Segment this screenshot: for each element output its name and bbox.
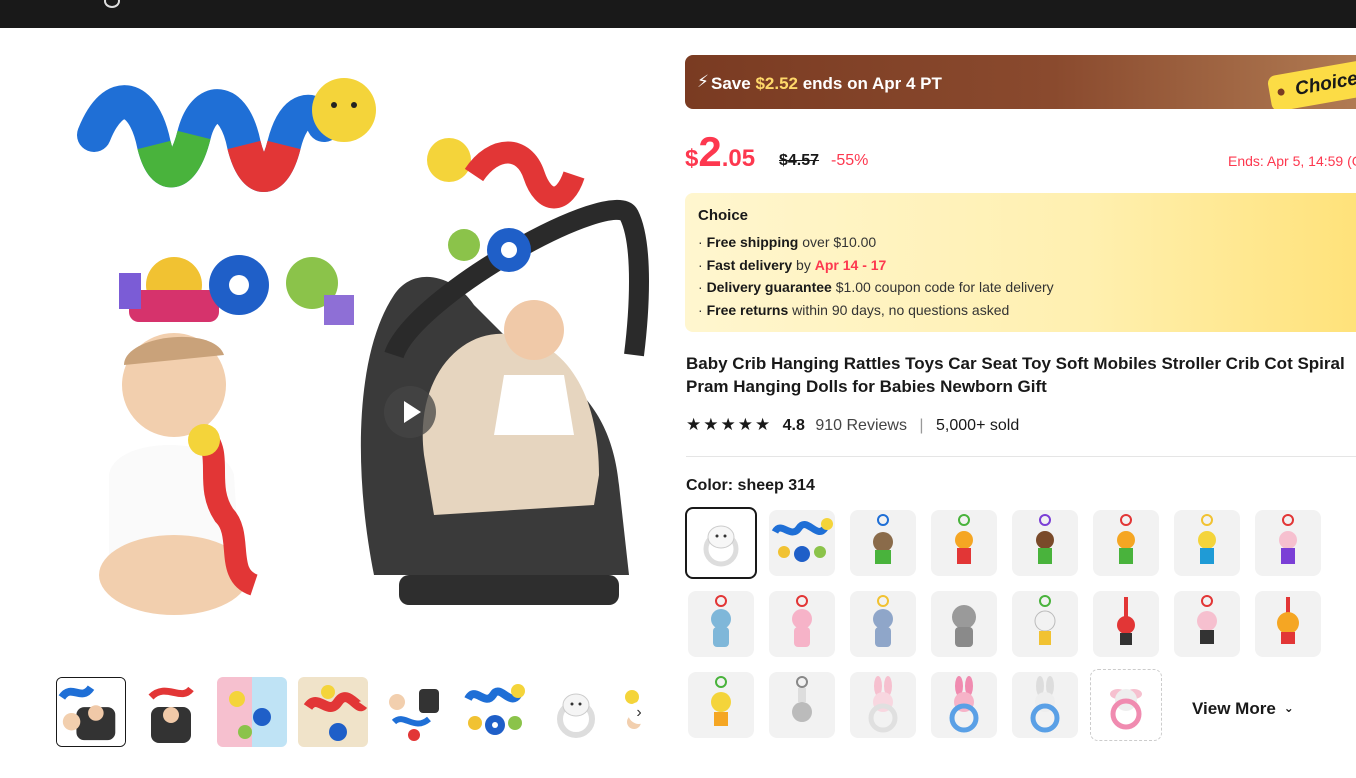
sku-option-7[interactable] (1174, 510, 1240, 576)
current-price: $2.05 (685, 128, 756, 175)
sku-option-19[interactable] (850, 672, 916, 738)
sku-option-8[interactable] (1255, 510, 1321, 576)
rating-row: ★★★★★ 4.8 910 Reviews | 5,000+ sold (686, 415, 1019, 437)
sku-option-12[interactable] (931, 591, 997, 657)
sku-option-20[interactable] (931, 672, 997, 738)
original-price: $4.57 (779, 152, 820, 169)
thumbnail-5[interactable] (379, 677, 449, 747)
spiral-toy-image (77, 78, 376, 325)
main-product-image[interactable] (54, 55, 658, 659)
sku-option-3[interactable] (850, 510, 916, 576)
choice-tag: Choice (1266, 57, 1356, 109)
sku-option-16[interactable] (1255, 591, 1321, 657)
product-title: Baby Crib Hanging Rattles Toys Car Seat … (686, 354, 1345, 396)
divider (686, 456, 1356, 457)
thumbnail-strip (56, 677, 656, 749)
thumbnail-next-button[interactable]: › (628, 702, 650, 724)
benefit-delivery-guarantee: · Delivery guarantee $1.00 coupon code f… (698, 279, 1054, 295)
play-video-button[interactable] (384, 386, 436, 438)
thumbnail-4[interactable] (298, 677, 368, 747)
rating-score: 4.8 (782, 417, 805, 434)
benefit-free-returns: · Free returns within 90 days, no questi… (698, 302, 1010, 318)
reviews-link[interactable]: 910 Reviews (815, 417, 907, 434)
sku-option-4[interactable] (931, 510, 997, 576)
color-label: Color: sheep 314 (686, 477, 815, 494)
thumbnail-6[interactable] (460, 677, 530, 747)
sku-option-5[interactable] (1012, 510, 1078, 576)
thumbnail-2[interactable] (136, 677, 206, 747)
view-more-button[interactable]: View More ⌄ (1192, 699, 1294, 719)
sku-option-10[interactable] (769, 591, 835, 657)
star-rating-icon: ★★★★★ (686, 415, 773, 434)
benefit-fast-delivery: · Fast delivery by Apr 14 - 17 (698, 257, 887, 273)
sku-option-6[interactable] (1093, 510, 1159, 576)
sku-option-15[interactable] (1174, 591, 1240, 657)
sku-option-2[interactable] (769, 510, 835, 576)
sku-option-18[interactable] (769, 672, 835, 738)
sku-option-14[interactable] (1093, 591, 1159, 657)
save-amount: $2.52 (755, 74, 798, 93)
sku-option-17[interactable] (688, 672, 754, 738)
search-icon[interactable] (104, 0, 120, 8)
sold-count: 5,000+ sold (936, 417, 1020, 434)
discount-percent: -55% (831, 152, 869, 169)
thumbnail-1[interactable] (56, 677, 126, 747)
thumbnail-3[interactable] (217, 677, 287, 747)
sku-option-13[interactable] (1012, 591, 1078, 657)
sale-ends-time: Ends: Apr 5, 14:59 (G (1228, 153, 1356, 169)
car-seat-image (360, 138, 649, 605)
sku-option-9[interactable] (688, 591, 754, 657)
sku-option-22[interactable] (1090, 669, 1162, 741)
save-banner-text: Save $2.52 ends on Apr 4 PT (711, 74, 942, 93)
chevron-down-icon: ⌄ (1283, 701, 1294, 715)
save-banner: ⚡ Save $2.52 ends on Apr 4 PT Choice (685, 55, 1356, 109)
choice-title: Choice (698, 207, 749, 224)
sku-option-sheep-314[interactable] (685, 507, 757, 579)
choice-benefits-box[interactable]: Choice · Free shipping over $10.00 · Fas… (685, 193, 1356, 332)
top-navigation-bar (0, 0, 1356, 28)
sku-option-21[interactable] (1012, 672, 1078, 738)
sku-option-11[interactable] (850, 591, 916, 657)
lightning-icon: ⚡ (697, 72, 709, 91)
baby-image (99, 333, 259, 615)
benefit-free-shipping: · Free shipping over $10.00 (698, 234, 877, 250)
separator: | (919, 417, 924, 434)
thumbnail-7[interactable] (541, 677, 611, 747)
